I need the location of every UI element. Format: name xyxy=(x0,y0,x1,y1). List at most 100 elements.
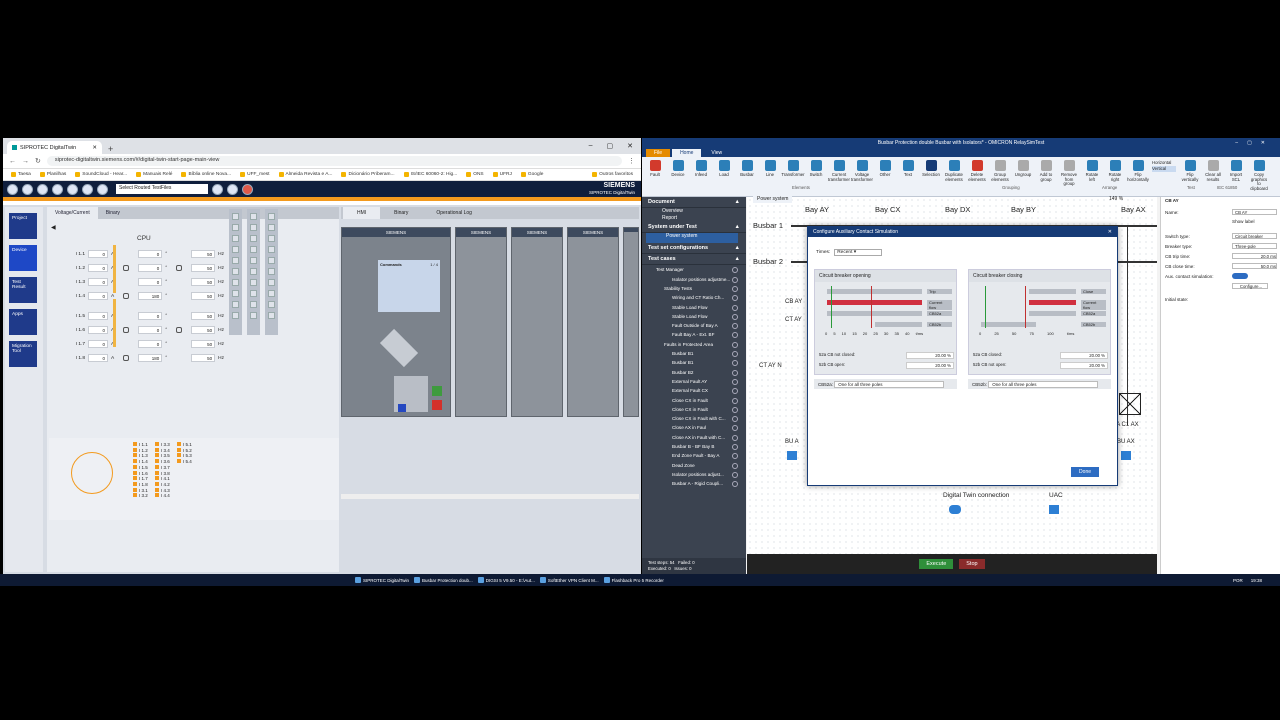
link-icon[interactable] xyxy=(123,355,130,361)
forward-icon[interactable]: → xyxy=(22,158,29,165)
legend-item[interactable]: I 4.4 xyxy=(155,493,170,499)
maximize-icon[interactable]: ▢ xyxy=(607,142,614,150)
power-system-item[interactable]: Power system xyxy=(646,233,738,244)
ribbon-tab-file[interactable]: File xyxy=(646,149,671,157)
bookmark-item[interactable]: UFRJ xyxy=(492,172,512,177)
bookmark-item[interactable]: Dicionário Priberam... xyxy=(341,172,395,177)
red-key[interactable] xyxy=(432,400,442,410)
amplitude-field[interactable]: 0 xyxy=(88,326,108,334)
test-case-item[interactable]: External Fault CX xyxy=(642,386,742,395)
url-field[interactable]: siprotec-digitaltwin.siemens.com/#/digit… xyxy=(46,156,622,166)
bookmark-item[interactable]: Google xyxy=(520,172,543,177)
clock[interactable]: 19:38 xyxy=(1251,578,1262,583)
close-window-icon[interactable]: ✕ xyxy=(627,142,633,150)
ribbon-copy-graphics-to-clipboard-button[interactable]: Copy graphics to clipboard xyxy=(1250,160,1268,191)
test-case-item[interactable]: Fault Outside of Bay A xyxy=(642,321,742,330)
hmi-scrollbar[interactable] xyxy=(341,494,639,499)
frequency-field[interactable]: 50 xyxy=(191,340,216,348)
test-case-item[interactable]: Close AX in Faul xyxy=(642,423,742,432)
ribbon-other-button[interactable]: Other xyxy=(876,160,894,178)
close-tab-icon[interactable]: ✕ xyxy=(92,145,97,151)
ribbon-remove-from-group-button[interactable]: Remove from group xyxy=(1060,160,1078,187)
overview-item[interactable]: Overview xyxy=(642,208,746,215)
ribbon-line-button[interactable]: Line xyxy=(761,160,779,178)
reset-icon[interactable] xyxy=(242,183,253,195)
angle-field[interactable]: 180 xyxy=(138,354,163,362)
ribbon-voltage-transformer-button[interactable]: Voltage transformer xyxy=(851,160,873,182)
tab-voltage-current[interactable]: Voltage/Current xyxy=(47,207,98,219)
ribbon-import-scl-button[interactable]: Import SCL xyxy=(1227,160,1245,182)
uac-icon[interactable] xyxy=(1049,505,1059,514)
signal-4-icon[interactable] xyxy=(82,183,93,195)
amplitude-field[interactable]: 0 xyxy=(88,292,108,300)
test-case-item[interactable]: Fault Bay A - Ext. BF xyxy=(642,330,742,339)
bookmark-item[interactable]: SoundCloud - Hear... xyxy=(75,172,127,177)
bookmark-item[interactable]: UFF_mest xyxy=(240,172,270,177)
ribbon-flip-vertically-button[interactable]: Flip vertically xyxy=(1181,160,1199,182)
report-item[interactable]: Report xyxy=(642,215,746,222)
canvas-tab[interactable]: Power system xyxy=(753,195,793,203)
taskbar-app[interactable]: SoftEther VPN Client M... xyxy=(539,577,599,583)
language-indicator[interactable]: POR xyxy=(1233,578,1243,583)
legend-item[interactable]: I 3.2 xyxy=(133,493,148,499)
reload-icon[interactable]: ↻ xyxy=(35,157,41,165)
test-case-item[interactable]: Busbar B2 xyxy=(642,368,742,377)
relay-nav-pad[interactable] xyxy=(379,328,419,368)
done-button[interactable]: Done xyxy=(1071,467,1099,477)
amplitude-field[interactable]: 0 xyxy=(88,250,108,258)
hmi-tab-operational-log[interactable]: Operational Log xyxy=(422,207,486,219)
ribbon-busbar-button[interactable]: Busbar xyxy=(738,160,756,178)
link-icon[interactable] xyxy=(123,327,130,333)
taskbar-app[interactable]: Busbar Protection doub... xyxy=(414,577,473,583)
hmi-tab-binary[interactable]: Binary xyxy=(380,207,422,219)
bookmark-item[interactable]: IS/IEC 60060-2: Hig... xyxy=(403,172,457,177)
frequency-field[interactable]: 50 xyxy=(191,292,216,300)
times-select[interactable]: Recent ▾ xyxy=(834,249,883,256)
ribbon-rotate-left-button[interactable]: Rotate left xyxy=(1083,160,1101,182)
cb52b-dropdown-row[interactable]: CB52b: One for all three poles xyxy=(968,379,1111,389)
green-key[interactable] xyxy=(432,386,442,396)
test-case-item[interactable]: End Zone Fault - Bay A xyxy=(642,451,742,460)
ribbon-current-transformer-button[interactable]: Current transformer xyxy=(828,160,850,182)
home-icon[interactable] xyxy=(7,183,18,195)
angle-field[interactable]: 0 xyxy=(138,312,163,320)
testfile-select[interactable]: Select Routed TestFiles xyxy=(116,184,208,194)
link-icon[interactable] xyxy=(123,265,130,271)
nav-test-result[interactable]: Test Result xyxy=(9,277,37,303)
link-icon[interactable] xyxy=(176,327,183,333)
bu-ax-icon[interactable] xyxy=(1121,451,1131,460)
back-icon[interactable]: ← xyxy=(9,158,16,165)
frequency-field[interactable]: 50 xyxy=(191,326,216,334)
signal-1-icon[interactable] xyxy=(37,183,48,195)
test-cases-header[interactable]: Test cases ▲ xyxy=(642,254,746,266)
test-case-item[interactable]: Close CX in Fault xyxy=(642,405,742,414)
ribbon-selection-button[interactable]: Selection xyxy=(922,160,940,178)
ribbon-delete-elements-button[interactable]: Delete elements xyxy=(968,160,986,182)
orientation-toggle[interactable]: Horizontal Vertical xyxy=(1152,160,1176,172)
test-case-item[interactable]: Faults in Protected Area xyxy=(642,340,742,349)
taskbar-app[interactable]: SIPROTEC DigitalTwin xyxy=(355,577,409,583)
taskbar-app[interactable]: Flashback Pro 5 Recorder xyxy=(603,577,664,583)
test-case-item[interactable]: Stable Load Flow xyxy=(642,312,742,321)
amplitude-field[interactable]: 0 xyxy=(88,264,108,272)
bookmark-item[interactable]: Manuais Relé xyxy=(136,172,172,177)
test-case-item[interactable]: Stable Load Flow xyxy=(642,303,742,312)
ribbon-group-elements-button[interactable]: Group elements xyxy=(991,160,1009,182)
link-icon[interactable] xyxy=(176,265,183,271)
collapse-icon[interactable]: ◀ xyxy=(51,224,56,231)
taskbar-app[interactable]: DIGSI 5 V9.50 - E:\Aut... xyxy=(477,577,535,583)
ribbon-tab-home[interactable]: Home xyxy=(672,149,702,157)
ribbon-load-button[interactable]: Load xyxy=(715,160,733,178)
aux-toggle[interactable] xyxy=(1232,273,1248,279)
ribbon-flip-horizontally-button[interactable]: Flip horizontally xyxy=(1127,160,1149,182)
test-case-item[interactable]: Wiring and CT Ratio Ch... xyxy=(642,293,742,302)
test-case-item[interactable]: Busbar A - Rigid Coupli... xyxy=(642,479,742,488)
tab-binary[interactable]: Binary xyxy=(98,207,128,219)
amplitude-field[interactable]: 0 xyxy=(88,354,108,362)
test-case-item[interactable]: Busbar B1 xyxy=(642,358,742,367)
nav-apps[interactable]: Apps xyxy=(9,309,37,335)
legend-item[interactable]: I 5.4 xyxy=(177,459,192,465)
stop-button[interactable]: Stop xyxy=(959,559,985,569)
ribbon-infeed-button[interactable]: Infeed xyxy=(692,160,710,178)
amplitude-field[interactable]: 0 xyxy=(88,312,108,320)
